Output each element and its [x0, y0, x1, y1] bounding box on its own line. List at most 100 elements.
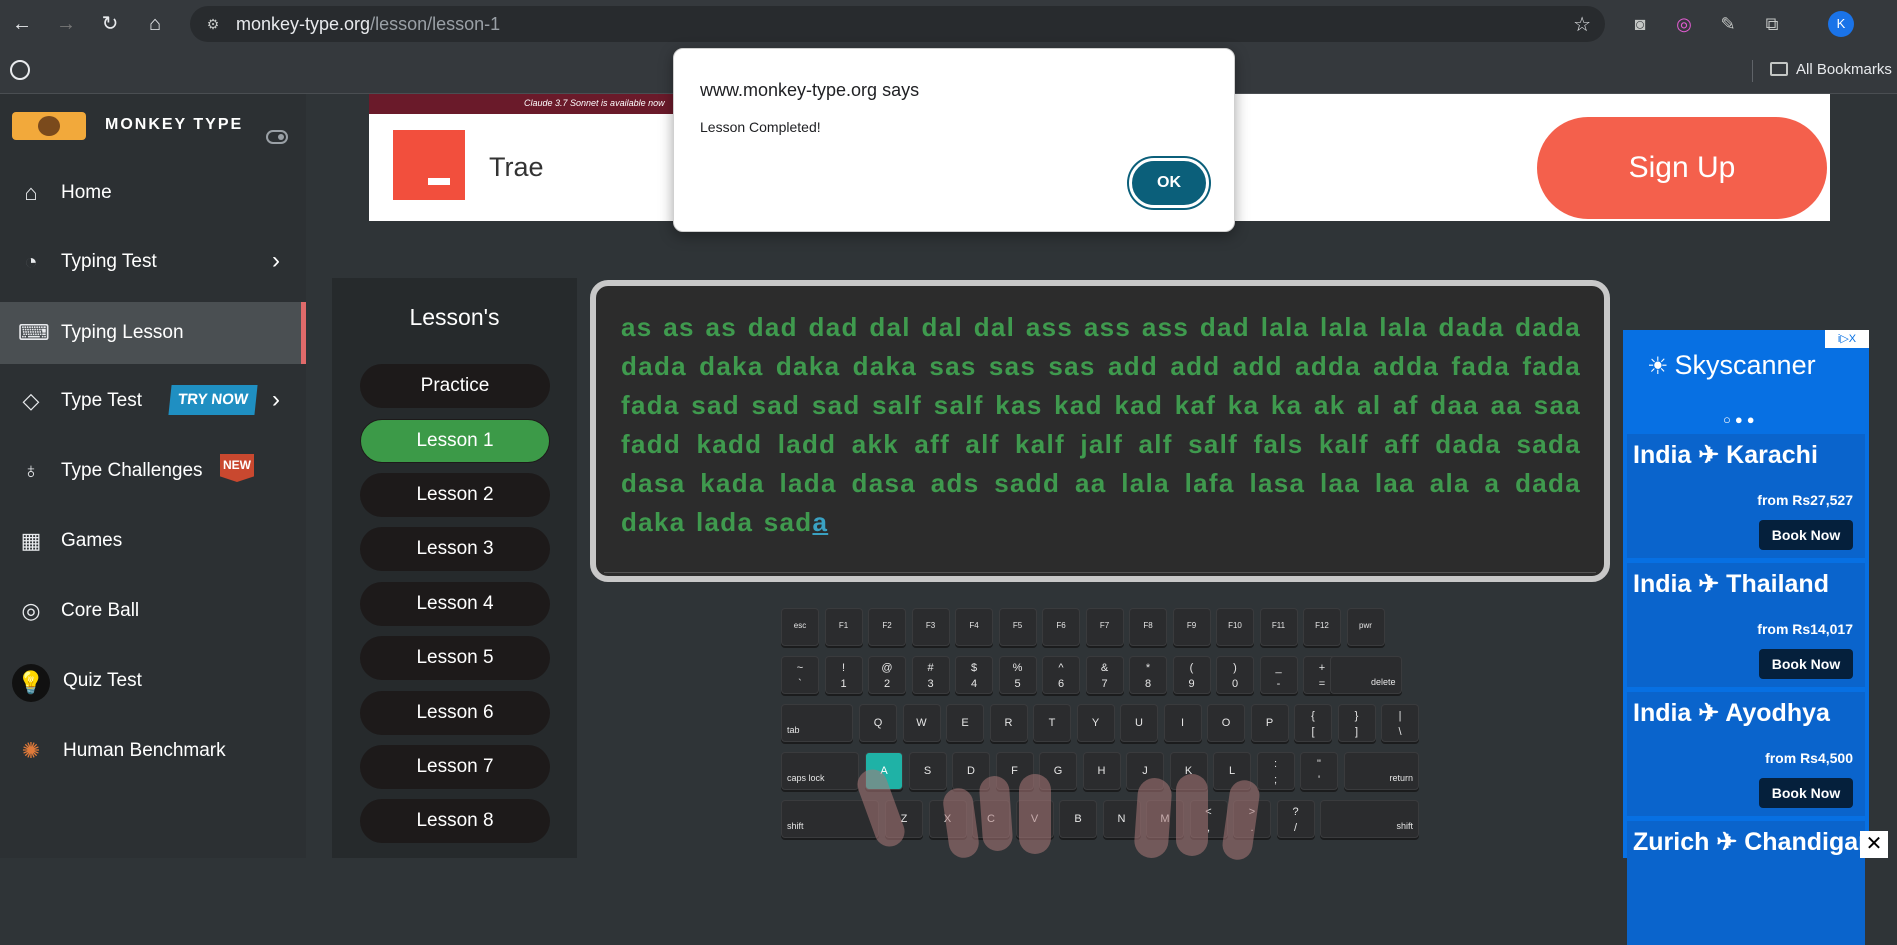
key-e[interactable]: E: [946, 704, 984, 742]
key-6[interactable]: ^ 6: [1042, 656, 1080, 694]
back-icon[interactable]: ←: [8, 10, 36, 38]
sidebar-item-games[interactable]: ▦ Games: [0, 510, 306, 572]
key-0[interactable]: ) 0: [1216, 656, 1254, 694]
sidebar-item-human-benchmark[interactable]: ✺ Human Benchmark: [0, 720, 306, 782]
sidebar-item-typing-lesson[interactable]: ⌨ Typing Lesson: [0, 302, 306, 364]
book-now-button[interactable]: Book Now: [1759, 649, 1853, 679]
key-f5[interactable]: F5: [998, 608, 1037, 646]
key-2[interactable]: @2: [868, 656, 906, 694]
key-sym4-2[interactable]: ? /: [1276, 800, 1315, 838]
key-f7[interactable]: F7: [1085, 608, 1124, 646]
key-`[interactable]: ~ `: [781, 656, 819, 694]
home-button-icon[interactable]: ⌂: [141, 10, 169, 38]
key-f10[interactable]: F10: [1216, 608, 1254, 646]
key-sym-1[interactable]: " ': [1300, 752, 1338, 790]
lesson-7-button[interactable]: Lesson 7: [360, 745, 550, 789]
brand-logo[interactable]: [12, 112, 86, 140]
lesson-8-button[interactable]: Lesson 8: [360, 799, 550, 843]
forward-icon[interactable]: →: [52, 10, 80, 38]
key-sym-0[interactable]: :;: [1256, 752, 1295, 790]
key-7[interactable]: & 7: [1085, 656, 1124, 694]
key-\[interactable]: | \: [1381, 704, 1419, 742]
key-f6[interactable]: F6: [1042, 608, 1080, 646]
key-f8[interactable]: F8: [1129, 608, 1167, 646]
book-now-button[interactable]: Book Now: [1759, 520, 1853, 550]
sidebar-item-typing-test[interactable]: ◔ Typing Test ›: [0, 231, 306, 293]
sidebar-item-home[interactable]: ⌂ Home: [0, 162, 306, 224]
color-wheel-icon[interactable]: ◎: [1672, 12, 1696, 36]
key-f9[interactable]: F9: [1172, 608, 1211, 646]
key-delete[interactable]: delete: [1329, 656, 1402, 694]
lesson-6-button[interactable]: Lesson 6: [360, 691, 550, 735]
key-u[interactable]: U: [1120, 704, 1158, 742]
key-4[interactable]: $4: [955, 656, 993, 694]
typing-area[interactable]: as as as dad dad dal dal dal ass ass ass…: [590, 280, 1610, 582]
sidebar-item-quiz-test[interactable]: 💡 Quiz Test: [0, 650, 306, 712]
skyscanner-ad[interactable]: i▷X ☀ Skyscanner ○●● India ✈ Karachi from…: [1623, 330, 1883, 945]
profile-avatar[interactable]: K: [1828, 11, 1854, 37]
brand-name[interactable]: MONKEY TYPE: [105, 116, 243, 134]
sidebar-item-type-challenges[interactable]: ♁ Type Challenges NEW: [0, 440, 306, 502]
sign-up-button[interactable]: Sign Up: [1537, 117, 1827, 219]
lesson-4-button[interactable]: Lesson 4: [360, 582, 550, 626]
lesson-2-button[interactable]: Lesson 2: [360, 473, 550, 517]
lesson-1-button[interactable]: Lesson 1: [360, 419, 550, 463]
key-s[interactable]: S: [908, 752, 947, 790]
theme-toggle[interactable]: [266, 130, 288, 144]
key-p[interactable]: P: [1250, 704, 1289, 742]
close-ad-icon[interactable]: ✕: [1860, 831, 1888, 858]
address-bar[interactable]: ⚙ monkey-type.org/lesson/lesson-1 ☆: [190, 6, 1605, 42]
deal-card[interactable]: India ✈ Ayodhya from Rs4,500 Book Now: [1627, 692, 1865, 816]
key-tab[interactable]: tab: [781, 704, 853, 742]
key-1[interactable]: ! 1: [824, 656, 863, 694]
key-esc[interactable]: esc: [781, 608, 819, 646]
key-f1[interactable]: F1: [824, 608, 863, 646]
key-w[interactable]: W: [902, 704, 941, 742]
bookmark-star-icon[interactable]: ☆: [1573, 12, 1591, 37]
key-f3[interactable]: F3: [911, 608, 950, 646]
key-i[interactable]: I: [1163, 704, 1202, 742]
carousel-dots[interactable]: ○●●: [1723, 412, 1759, 427]
key-f11[interactable]: F11: [1259, 608, 1298, 646]
reload-icon[interactable]: ↻: [96, 10, 124, 38]
key-return[interactable]: return: [1343, 752, 1419, 790]
globe-icon[interactable]: [10, 60, 30, 80]
key--[interactable]: _ -: [1259, 656, 1298, 694]
key-h[interactable]: H: [1082, 752, 1121, 790]
all-bookmarks-button[interactable]: All Bookmarks: [1770, 61, 1892, 78]
key-][interactable]: }]: [1337, 704, 1376, 742]
key-b[interactable]: B: [1059, 800, 1097, 838]
book-now-button[interactable]: Book Now: [1759, 778, 1853, 808]
deal-card[interactable]: India ✈ Thailand from Rs14,017 Book Now: [1627, 563, 1865, 687]
deal-card[interactable]: Zurich ✈ Chandigarh: [1627, 821, 1883, 945]
site-info-icon[interactable]: ⚙: [204, 15, 222, 33]
key-9[interactable]: (9: [1172, 656, 1211, 694]
key-[[interactable]: {[: [1294, 704, 1332, 742]
key-8[interactable]: * 8: [1129, 656, 1167, 694]
key-caps-lock[interactable]: caps lock: [781, 752, 859, 790]
key-t[interactable]: T: [1033, 704, 1071, 742]
key-shift-right[interactable]: shift: [1320, 800, 1419, 838]
url-text[interactable]: monkey-type.org/lesson/lesson-1: [236, 14, 500, 35]
deal-card[interactable]: India ✈ Karachi from Rs27,527 Book Now: [1627, 434, 1865, 558]
key-r[interactable]: R: [989, 704, 1028, 742]
lesson-practice-button[interactable]: Practice: [360, 364, 550, 408]
key-q[interactable]: Q: [859, 704, 897, 742]
key-o[interactable]: O: [1207, 704, 1245, 742]
key-3[interactable]: #3: [911, 656, 950, 694]
key-f12[interactable]: F12: [1303, 608, 1341, 646]
sidebar-item-core-ball[interactable]: ◎ Core Ball: [0, 580, 306, 642]
lesson-5-button[interactable]: Lesson 5: [360, 636, 550, 680]
ok-button[interactable]: OK: [1129, 158, 1209, 208]
key-5[interactable]: % 5: [998, 656, 1037, 694]
key-f4[interactable]: F4: [955, 608, 993, 646]
sidebar-item-type-test[interactable]: ◇ Type Test TRY NOW ›: [0, 370, 306, 432]
key-pwr[interactable]: pwr: [1346, 608, 1385, 646]
key-f2[interactable]: F2: [868, 608, 906, 646]
extensions-icon[interactable]: ⧉: [1760, 12, 1784, 36]
lesson-3-button[interactable]: Lesson 3: [360, 527, 550, 571]
ad-choices-icon[interactable]: i▷X: [1825, 330, 1869, 348]
eyedropper-icon[interactable]: ✎: [1716, 12, 1740, 36]
camera-icon[interactable]: ◙: [1628, 12, 1652, 36]
key-y[interactable]: Y: [1076, 704, 1115, 742]
